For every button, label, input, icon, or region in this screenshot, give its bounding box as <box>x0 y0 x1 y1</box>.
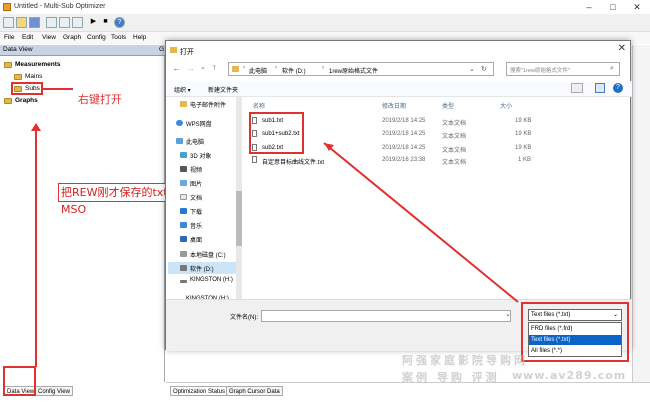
watermark-line2: 案例 导购 评测 <box>402 371 500 384</box>
annotation-arrows <box>323 142 519 303</box>
watermark-line3: www.av289.com <box>512 369 627 382</box>
watermark-line1: 阿强家庭影院导购网 <box>402 354 528 367</box>
diagonal-arrow-line <box>323 142 519 303</box>
